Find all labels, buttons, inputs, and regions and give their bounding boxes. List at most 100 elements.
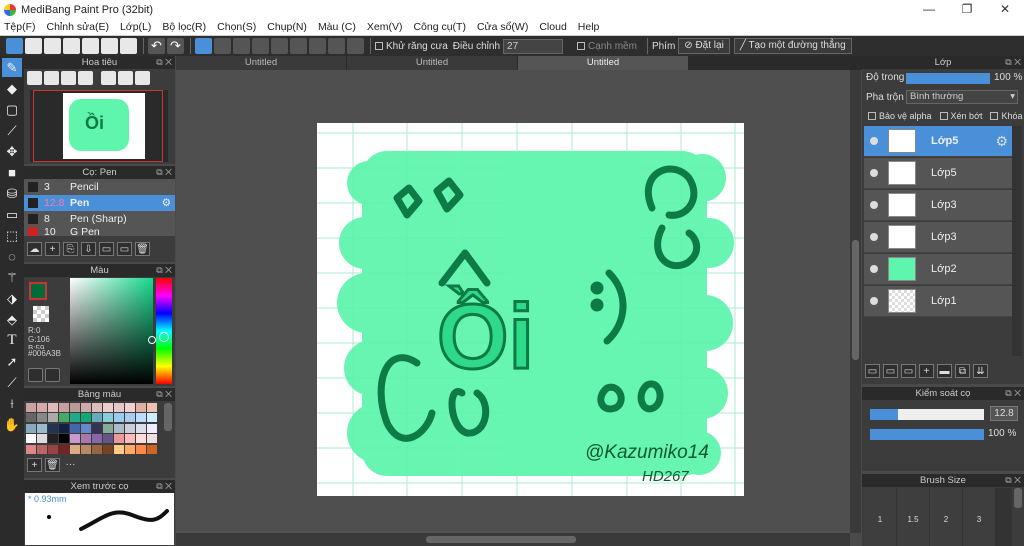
canvas-area[interactable]: Ồi @Kazumiko14 HD267 [176,70,850,533]
bucket-tool-icon[interactable]: ⛁ [2,184,22,203]
brush-size-value[interactable]: 12.8 [990,406,1018,421]
palette-icon[interactable] [28,368,43,382]
menu-window[interactable]: Cửa sổ(W) [477,21,528,33]
palette-swatch[interactable] [59,403,69,412]
brush-size-cell[interactable]: 1 [864,488,896,546]
palette-swatch[interactable] [37,413,47,423]
merge-layer-icon[interactable]: ⇊ [973,364,988,378]
palette-swatch[interactable] [59,434,69,444]
palette-swatch[interactable] [103,423,113,433]
palette-swatch[interactable] [103,413,113,423]
main-color-swatch[interactable] [29,282,47,300]
soft-edge-checkbox[interactable] [577,42,586,50]
palette-swatch[interactable] [147,403,157,412]
palette-swatch[interactable] [136,423,146,433]
layer-item[interactable]: Lớp3 [864,222,1012,253]
panel-close-icon[interactable]: ⧉ ✕ [156,388,172,401]
eraser-tool-icon[interactable]: ◆ [2,79,22,98]
palette-swatch[interactable] [114,403,124,412]
palette-swatch[interactable] [81,444,91,454]
canvas-page[interactable]: Ồi @Kazumiko14 HD267 [317,123,744,496]
palette-swatch[interactable] [26,423,36,433]
reset-button[interactable]: ⊘ Đặt lại [678,38,730,54]
eye-icon[interactable] [870,201,878,209]
concentric-snap-icon[interactable] [290,38,307,54]
eye-icon[interactable] [870,137,878,145]
layer-item[interactable]: Lớp5 [864,158,1012,189]
navigator-preview[interactable]: Ồi [30,90,168,162]
palette-swatch[interactable] [70,413,80,423]
clip-checkbox[interactable] [939,112,948,120]
palette-swatch[interactable] [59,413,69,423]
circle-snap-icon[interactable] [328,38,345,54]
hand-tool-icon[interactable]: ✋ [2,415,22,434]
palette-new-icon[interactable]: + [27,458,42,472]
panel-close-icon[interactable]: ⧉ ✕ [156,264,172,277]
palette-swatch[interactable] [70,403,80,412]
duplicate-layer-icon[interactable]: ⧉ [955,364,970,378]
fit-icon[interactable] [61,71,76,85]
palette-swatch[interactable] [48,444,58,454]
palette-swatch[interactable] [70,444,80,454]
lasso-tool-icon[interactable]: ◌ [2,247,22,266]
palette-swatch[interactable] [81,434,91,444]
adjust-select[interactable]: 27 [503,38,564,54]
palette-swatch[interactable] [125,423,135,433]
palette-swatch[interactable] [136,413,146,423]
brush-cloud-icon[interactable]: ☁ [27,242,42,256]
canvas-vertical-scrollbar[interactable] [850,70,861,533]
gear-icon[interactable]: ⚙ [162,195,171,211]
grid-snap-icon[interactable] [233,38,250,54]
operation-tool-icon[interactable]: ➚ [2,352,22,371]
layer-folder-icon[interactable]: ▬ [937,364,952,378]
new-layer-icon[interactable]: ▭ [865,364,880,378]
menu-filter[interactable]: Bộ lọc(R) [162,21,206,33]
select-eraser-tool-icon[interactable]: ⬘ [2,310,22,329]
palette-swatch[interactable] [103,444,113,454]
new-layer-8bit-icon[interactable]: ▭ [883,364,898,378]
palette-swatch[interactable] [136,444,146,454]
divide-tool-icon[interactable]: ⟋ [2,373,22,392]
palette-swatch[interactable] [48,423,58,433]
blend-select[interactable]: Bình thường ▾ [906,90,1018,104]
palette-swatch[interactable] [136,403,146,412]
rotate-reset-icon[interactable] [118,71,133,85]
layer-scrollbar[interactable] [1012,126,1022,356]
panel-close-icon[interactable]: ⧉ ✕ [1005,56,1021,69]
palette-swatch[interactable] [37,434,47,444]
palette-swatch[interactable] [92,434,102,444]
rectangle-tool-icon[interactable]: ▢ [2,100,22,119]
palette-delete-icon[interactable]: 🗑 [45,458,60,472]
layer-item[interactable]: Lớp2 [864,254,1012,285]
palette-swatch[interactable] [48,434,58,444]
sub-color-swatch[interactable] [33,306,49,322]
menu-file[interactable]: Tệp(F) [4,21,36,33]
palette-swatch[interactable] [70,434,80,444]
palette-swatch[interactable] [59,444,69,454]
brush-item-pen[interactable]: 12.8 Pen ⚙ [24,195,175,211]
palette-swatch[interactable] [125,413,135,423]
select-tool-icon[interactable]: ⬚ [2,226,22,245]
comment-icon[interactable] [44,38,61,54]
palette-swatch[interactable] [59,423,69,433]
palette-swatch[interactable] [48,403,58,412]
gear-icon[interactable]: ⚙ [995,133,1008,150]
minimize-button[interactable]: — [910,0,948,19]
color-settings-icon[interactable] [45,368,60,382]
palette-swatch[interactable] [26,444,36,454]
rotate-right-icon[interactable] [135,71,150,85]
new-layer-1bit-icon[interactable]: ▭ [901,364,916,378]
vanishing-point-icon[interactable] [252,38,269,54]
pages-icon[interactable] [101,38,118,54]
palette-swatch[interactable] [114,423,124,433]
layer-opacity-slider[interactable] [906,73,990,84]
panel-close-icon[interactable]: ⧉ ✕ [156,56,172,69]
panel-close-icon[interactable]: ⧉ ✕ [156,480,172,493]
cloud-icon[interactable] [6,38,23,54]
layer-item[interactable]: Lớp3 [864,190,1012,221]
palette-swatch[interactable] [70,423,80,433]
zoom-out-icon[interactable] [78,71,93,85]
brush-size-cell[interactable]: 3 [963,488,995,546]
parallel-snap-icon[interactable] [214,38,231,54]
brush-folder-open-icon[interactable]: ▭ [117,242,132,256]
